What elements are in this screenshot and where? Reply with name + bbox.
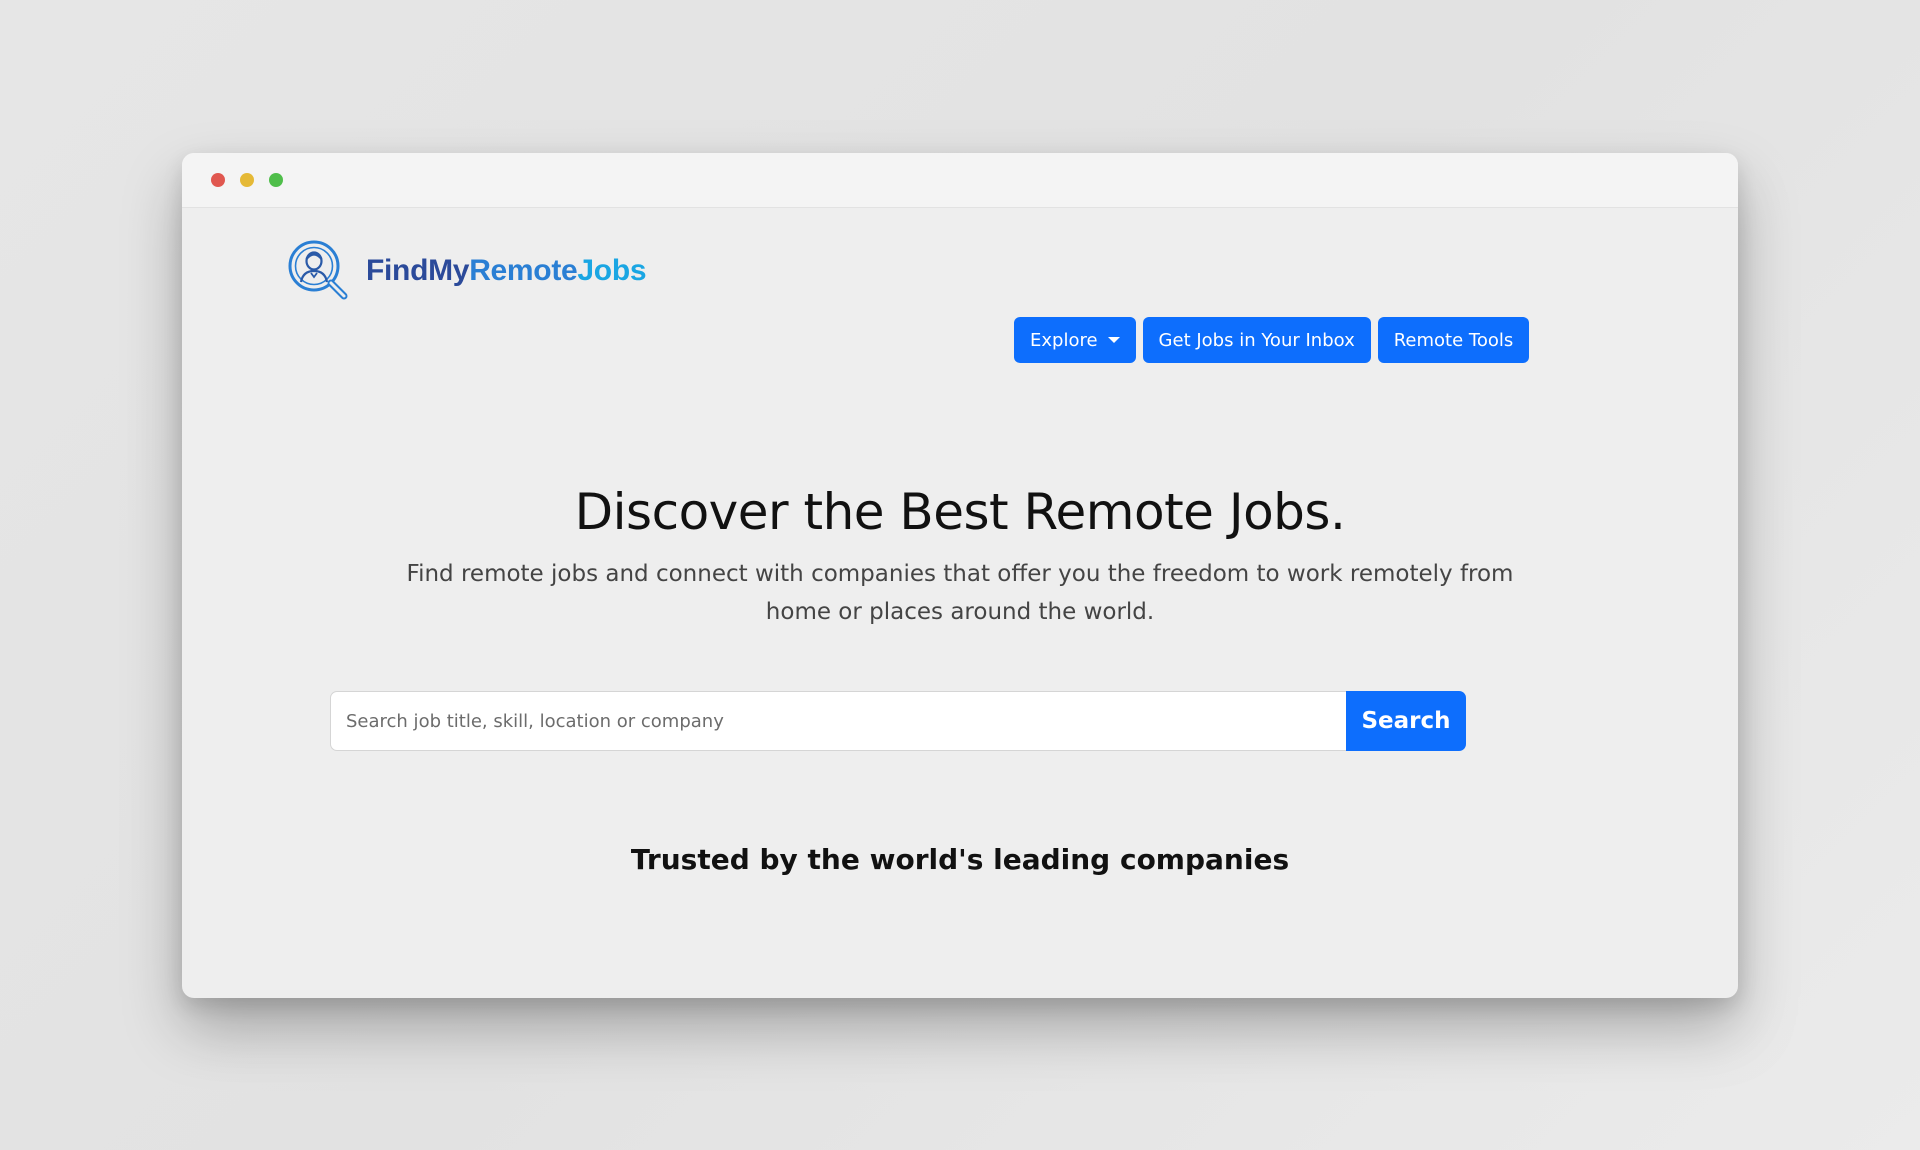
- brand-logo-link[interactable]: FindMy Remote Jobs: [286, 238, 647, 304]
- close-window-button[interactable]: [211, 173, 225, 187]
- job-search-form: Search: [330, 691, 1466, 751]
- window-titlebar: [182, 153, 1738, 208]
- minimize-window-button[interactable]: [240, 173, 254, 187]
- maximize-window-button[interactable]: [269, 173, 283, 187]
- brand-name: FindMy Remote Jobs: [366, 254, 647, 288]
- search-input[interactable]: [330, 691, 1346, 751]
- hero-subtitle: Find remote jobs and connect with compan…: [406, 561, 1514, 625]
- browser-window: FindMy Remote Jobs Explore Get Jobs in Y…: [182, 153, 1738, 998]
- brand-name-part2: Remote: [469, 254, 578, 287]
- top-navigation: Explore Get Jobs in Your Inbox Remote To…: [1014, 317, 1530, 363]
- brand-name-part1: FindMy: [366, 254, 470, 287]
- caret-down-icon: [1107, 337, 1120, 343]
- explore-dropdown-button[interactable]: Explore: [1014, 317, 1136, 363]
- search-button[interactable]: Search: [1346, 691, 1466, 751]
- hero-title: Discover the Best Remote Jobs.: [574, 483, 1346, 541]
- brand-name-part3: Jobs: [577, 254, 647, 287]
- get-jobs-inbox-button[interactable]: Get Jobs in Your Inbox: [1142, 317, 1371, 363]
- hero-section: Discover the Best Remote Jobs. Find remo…: [182, 483, 1738, 631]
- trusted-companies-heading: Trusted by the world's leading companies: [630, 843, 1290, 876]
- remote-tools-label: Remote Tools: [1393, 329, 1514, 351]
- magnifier-person-icon: [288, 240, 348, 300]
- get-jobs-inbox-label: Get Jobs in Your Inbox: [1158, 329, 1355, 351]
- remote-tools-button[interactable]: Remote Tools: [1377, 317, 1530, 363]
- explore-label: Explore: [1030, 329, 1098, 351]
